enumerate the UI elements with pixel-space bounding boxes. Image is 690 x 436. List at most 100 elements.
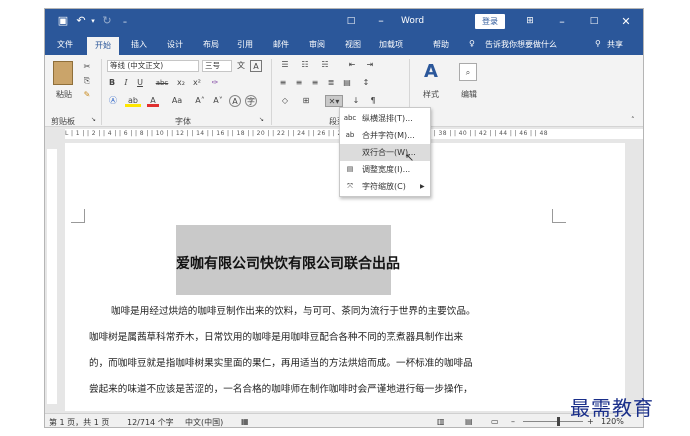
char-scale-icon: ⤧ [347,182,353,190]
menu-item-vertical-in-horizontal[interactable]: abc 纵横混排(T)... [340,110,430,127]
paragraph-line[interactable]: 尝起来的味道不应该是苦涩的，一名合格的咖啡师在制作咖啡时会严谨地进行每一步操作， [89,381,473,395]
page-count[interactable]: 第 1 页，共 1 页 [49,417,109,427]
align-right-icon[interactable]: ≡ [309,77,321,89]
clipboard-launcher-icon[interactable]: ↘ [91,116,96,123]
maximize-button[interactable]: □ [585,14,603,29]
close-button[interactable]: ✕ [617,14,635,29]
tab-insert[interactable]: 插入 [131,39,147,50]
collapse-ribbon-icon[interactable]: ˄ [631,116,635,124]
word-count[interactable]: 12/714 个字 [127,417,174,427]
grow-font-button[interactable]: A˄ [193,95,207,107]
bold-button[interactable]: B [107,77,117,89]
styles-label[interactable]: 样式 [417,89,445,101]
numbering-icon[interactable]: ☷ [297,59,313,71]
tab-review[interactable]: 审阅 [309,39,325,50]
line-spacing-icon[interactable]: ↕ [359,77,373,89]
read-mode-icon[interactable]: ▥ [437,417,445,426]
menu-item-character-scaling[interactable]: ⤧ 字符缩放(C) ▶ [340,178,430,195]
vertical-text-icon: abc [343,114,357,122]
strikethrough-button[interactable]: abc [153,77,171,89]
login-button[interactable]: 登录 [475,14,505,29]
show-marks-icon[interactable]: ¶ [367,95,379,107]
shrink-font-button[interactable]: A˅ [211,95,225,107]
menu-item-combine-characters[interactable]: ab cd合并字符(M)... [340,127,430,156]
format-painter-icon[interactable]: ✎ [81,89,93,101]
zoom-slider-thumb[interactable] [557,417,560,426]
char-border-icon[interactable]: A [250,60,262,72]
decrease-indent-icon[interactable]: ⇤ [345,59,359,71]
undo-dropdown-icon[interactable]: ▾ [87,15,99,27]
share-button[interactable]: 共享 [607,39,623,50]
submenu-arrow-icon: ▶ [420,183,425,190]
tab-mailings[interactable]: 邮件 [273,39,289,50]
web-layout-icon[interactable]: ▭ [491,417,499,426]
menu-item-two-lines-in-one[interactable]: 双行合一(W)... [340,144,430,161]
paste-icon[interactable] [53,61,73,85]
find-icon[interactable]: ⌕ [459,63,477,81]
bullets-icon[interactable]: ☰ [277,59,293,71]
margin-corner-right [552,209,566,223]
font-launcher-icon[interactable]: ↘ [259,116,264,123]
enclose-char-icon[interactable]: A [229,95,241,107]
shading-icon[interactable]: ◇ [277,95,293,107]
print-layout-icon[interactable]: ▤ [465,417,473,426]
paragraph-line[interactable]: 咖啡是用经过烘焙的咖啡豆制作出来的饮料，与可可、茶同为流行于世界的主要饮品。 [111,303,476,317]
paste-label[interactable]: 粘贴 [51,89,77,101]
styles-icon[interactable]: A [419,61,443,83]
increase-indent-icon[interactable]: ⇥ [363,59,377,71]
language[interactable]: 中文(中国) [185,417,223,427]
clear-format-icon[interactable]: ✑ [209,77,221,89]
redo-icon[interactable]: ↻ [101,15,113,27]
autosave-icon[interactable]: □ [345,15,357,27]
zoom-slider[interactable] [523,421,583,422]
distributed-icon[interactable]: ▤ [341,77,353,89]
highlight-color-icon[interactable]: ab [125,95,141,107]
multilevel-list-icon[interactable]: ☵ [317,59,333,71]
ribbon-separator [271,59,272,125]
document-title[interactable]: 爱咖有限公司快饮有限公司联合出品 [176,253,400,273]
tab-file[interactable]: 文件 [57,39,73,50]
font-name-combo[interactable]: 等线 (中文正文) [107,60,199,72]
menu-item-fit-text[interactable]: ▤ 调整宽度(I)... [340,161,430,178]
tab-help[interactable]: 帮助 [433,39,449,50]
tab-layout[interactable]: 布局 [203,39,219,50]
enclose-char2-icon[interactable]: 字 [245,95,257,107]
sort-icon[interactable]: ↓ [349,95,363,107]
margin-corner-left [71,209,85,223]
tab-references[interactable]: 引用 [237,39,253,50]
macro-icon[interactable]: ▦ [241,417,249,426]
paragraph-line[interactable]: 咖啡树是属茜草科常乔木，日常饮用的咖啡是用咖啡豆配合各种不同的烹煮器具制作出来 [89,329,463,343]
copy-icon[interactable]: ⎘ [81,75,93,87]
tell-me-box[interactable]: 告诉我你想要做什么 [485,39,557,50]
customize-qat-icon[interactable]: ₌ [119,15,131,27]
change-case-button[interactable]: Aa [169,95,185,107]
tab-design[interactable]: 设计 [167,39,183,50]
fit-text-icon: ▤ [346,165,354,173]
borders-icon[interactable]: ⊞ [299,95,313,107]
ribbon-display-icon[interactable]: ⊞ [521,14,539,29]
tab-addins[interactable]: 加载项 [379,39,403,50]
italic-button[interactable]: I [121,77,131,89]
editing-label[interactable]: 编辑 [455,89,483,101]
save-icon[interactable]: ▣ [57,15,69,27]
align-center-icon[interactable]: ≡ [293,77,305,89]
phonetic-guide-icon[interactable]: 文 [235,60,247,72]
font-color-icon[interactable]: A [147,95,159,107]
superscript-button[interactable]: x² [191,77,203,89]
tab-home[interactable]: 开始 [87,37,119,55]
asian-layout-button[interactable]: ✕▾ [325,95,343,107]
paragraph-line[interactable]: 的，而咖啡豆就是指咖啡树果实里面的果仁，再用适当的方法烘焙而成。一杯标准的咖啡品 [89,355,473,369]
subscript-button[interactable]: x₂ [175,77,187,89]
share-icon: ⚲ [595,39,601,48]
align-left-icon[interactable]: ≡ [277,77,289,89]
zoom-out-icon[interactable]: – [511,417,515,426]
text-effects-icon[interactable]: Ⓐ [107,95,119,107]
cut-icon[interactable]: ✂ [81,61,93,73]
underline-button[interactable]: U [135,77,145,89]
undo-icon[interactable]: ↶ [75,15,87,27]
tab-view[interactable]: 视图 [345,39,361,50]
font-size-combo[interactable]: 三号 [202,60,232,72]
minimize-button[interactable]: – [553,14,571,29]
justify-icon[interactable]: ≣ [325,77,337,89]
mouse-cursor-icon: ↖ [405,151,415,164]
